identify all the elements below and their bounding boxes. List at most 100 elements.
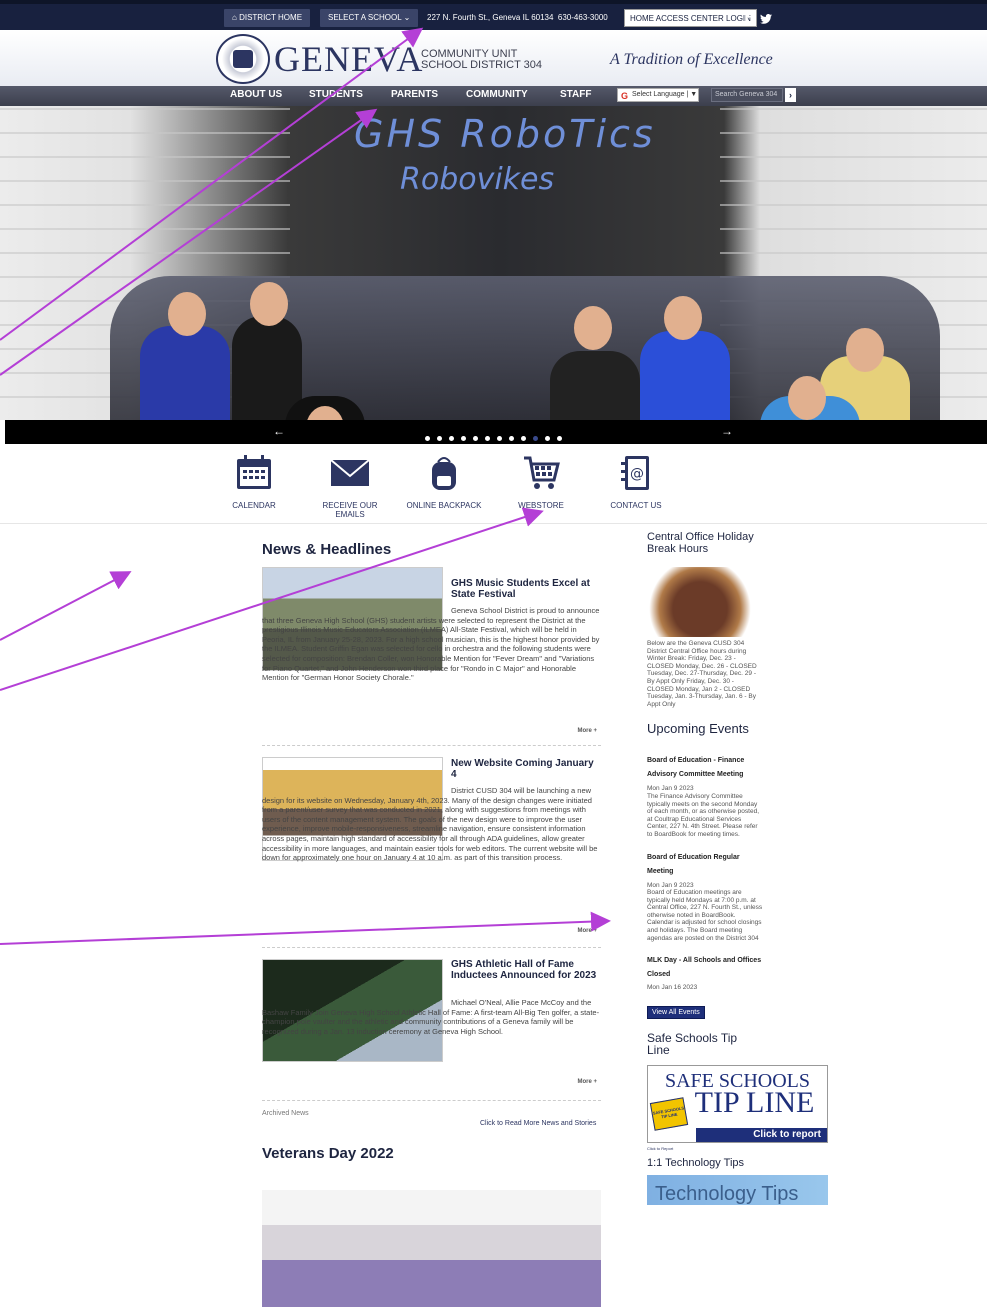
veterans-heading: Veterans Day 2022 — [262, 1145, 394, 1162]
top-bar: ⌂ DISTRICT HOME SELECT A SCHOOL ⌄ 227 N.… — [0, 0, 987, 30]
tech-tips-banner[interactable]: Technology Tips — [647, 1174, 828, 1205]
news-body: Michael O'Neal, Allie Pace McCoy and the… — [262, 998, 600, 1036]
slideshow-prev-button[interactable]: ← — [273, 424, 285, 438]
quick-link-webstore[interactable]: WEBSTORE — [496, 454, 586, 510]
slide-dot[interactable] — [521, 436, 526, 441]
home-access-login-button[interactable]: HOME ACCESS CENTER LOGIN — [624, 9, 757, 27]
quick-link-emails[interactable]: RECEIVE OUR EMAILS — [305, 454, 395, 519]
district-home-label: DISTRICT HOME — [239, 13, 303, 22]
quick-link-label: CALENDAR — [232, 501, 276, 510]
home-icon: ⌂ — [232, 13, 240, 22]
tip-click-to-report: Click to report — [696, 1127, 827, 1142]
news-more-link[interactable]: More + — [577, 728, 597, 734]
divider — [262, 1100, 601, 1101]
quick-link-label: ONLINE BACKPACK — [406, 501, 482, 510]
chevron-down-icon: ⌄ — [403, 13, 411, 22]
envelope-icon — [330, 459, 370, 486]
holiday-heading: Central Office Holiday Break Hours — [647, 531, 754, 555]
hero-subtitle: Robovikes — [400, 162, 555, 197]
news-item: GHS Music Students Excel at State Festiv… — [262, 567, 601, 737]
slideshow-next-button[interactable]: → — [721, 424, 733, 438]
event-description: The Finance Advisory Committee typically… — [647, 792, 760, 838]
quick-link-label: CONTACT US — [610, 501, 662, 510]
quick-link-online-backpack[interactable]: ONLINE BACKPACK — [399, 454, 489, 510]
brand-name[interactable]: GENEVA — [274, 38, 423, 80]
address-text: 227 N. Fourth St., Geneva IL 60134 — [427, 13, 554, 22]
news-body: Geneva School District is proud to annou… — [262, 606, 600, 683]
read-more-news-link[interactable]: Click to Read More News and Stories — [480, 1120, 596, 1127]
event-date: Mon Jan 9 2023 — [647, 785, 694, 793]
event-item: Board of Education - Finance Advisory Co… — [647, 754, 763, 838]
news-title[interactable]: GHS Athletic Hall of Fame Inductees Anno… — [451, 959, 601, 981]
event-item: MLK Day - All Schools and Offices Closed… — [647, 954, 763, 992]
nav-students[interactable]: STUDENTS — [309, 89, 363, 100]
slide-dot[interactable] — [473, 436, 478, 441]
annotation-arrow — [0, 571, 132, 641]
divider — [262, 947, 601, 948]
slide-dot[interactable] — [437, 436, 442, 441]
tip-badge-icon: SAFE SCHOOLS TIP LINE — [649, 1097, 689, 1131]
slide-dot[interactable] — [461, 436, 466, 441]
select-school-dropdown[interactable]: SELECT A SCHOOL ⌄ — [320, 9, 419, 27]
google-icon: G — [621, 91, 629, 101]
svg-text:@: @ — [630, 466, 644, 482]
slide-dot[interactable] — [509, 436, 514, 441]
tip-caption-link[interactable]: Click to Report — [647, 1146, 832, 1151]
nav-parents[interactable]: PARENTS — [391, 89, 438, 100]
tech-tips-heading: 1:1 Technology Tips — [647, 1156, 745, 1169]
quick-link-calendar[interactable]: CALENDAR — [209, 454, 299, 510]
quick-links-bar: CALENDAR RECEIVE OUR EMAILS ONLINE BACKP… — [0, 444, 987, 524]
holiday-hours-text: Below are the Geneva CUSD 304 District C… — [647, 640, 757, 708]
nav-community[interactable]: COMMUNITY — [466, 89, 528, 100]
facebook-icon[interactable]: f — [745, 8, 753, 26]
phone-text: 630-463-3000 — [557, 13, 608, 22]
view-all-events-button[interactable]: View All Events — [647, 1005, 705, 1019]
select-school-label: SELECT A SCHOOL — [328, 13, 402, 22]
archived-news-link[interactable]: Archived News — [262, 1110, 309, 1117]
news-body: District CUSD 304 will be launching a ne… — [262, 786, 598, 863]
nav-staff[interactable]: STAFF — [560, 89, 591, 100]
slide-dot[interactable] — [557, 436, 562, 441]
slide-dot-active[interactable] — [533, 436, 538, 441]
slide-dot[interactable] — [449, 436, 454, 441]
site-header: GENEVA COMMUNITY UNIT SCHOOL DISTRICT 30… — [0, 30, 987, 86]
news-heading: News & Headlines — [262, 541, 392, 558]
slide-dot[interactable] — [497, 436, 502, 441]
district-subtitle: COMMUNITY UNIT SCHOOL DISTRICT 304 — [421, 49, 542, 71]
veterans-slideshow-image[interactable] — [262, 1190, 601, 1307]
slide-dot[interactable] — [545, 436, 550, 441]
event-title[interactable]: MLK Day - All Schools and Offices Closed — [647, 954, 763, 982]
district-seal-logo[interactable] — [216, 34, 270, 84]
slide-dot[interactable] — [425, 436, 430, 441]
pinecones-image — [647, 567, 753, 637]
news-title[interactable]: GHS Music Students Excel at State Festiv… — [451, 578, 601, 600]
event-title[interactable]: Board of Education Regular Meeting — [647, 851, 763, 879]
event-description: Board of Education meetings are typicall… — [647, 889, 763, 942]
district-home-button[interactable]: ⌂ DISTRICT HOME — [224, 9, 311, 27]
language-label: Select Language — [632, 91, 685, 98]
language-selector[interactable]: G Select Language | ▼ — [617, 88, 699, 102]
news-more-link[interactable]: More + — [577, 1079, 597, 1085]
events-heading: Upcoming Events — [647, 721, 749, 737]
safe-schools-tip-line-banner[interactable]: SAFE SCHOOLS TIP LINE SAFE SCHOOLS TIP L… — [647, 1064, 828, 1143]
quick-link-label: WEBSTORE — [518, 501, 564, 510]
twitter-icon[interactable] — [760, 13, 772, 31]
contact-icon: @ — [621, 456, 649, 490]
cart-icon — [524, 456, 560, 489]
quick-link-contact-us[interactable]: @ CONTACT US — [591, 454, 681, 510]
tech-banner-text: Technology Tips — [655, 1182, 799, 1205]
search-submit-button[interactable]: › — [785, 88, 796, 102]
hero-title: GHS RoboTics — [354, 112, 656, 156]
hero-slideshow-image[interactable]: GHS RoboTics Robovikes — [0, 106, 987, 420]
news-item: GHS Athletic Hall of Fame Inductees Anno… — [262, 959, 601, 1089]
district-address: 227 N. Fourth St., Geneva IL 60134 630-4… — [427, 9, 608, 27]
subtitle-line-2: SCHOOL DISTRICT 304 — [421, 59, 543, 71]
event-title[interactable]: Board of Education - Finance Advisory Co… — [647, 754, 763, 782]
news-title[interactable]: New Website Coming January 4 — [451, 758, 601, 780]
slideshow-controls: ← → — [5, 420, 987, 444]
nav-about-us[interactable]: ABOUT US — [230, 89, 282, 100]
slide-dot[interactable] — [485, 436, 490, 441]
news-more-link[interactable]: More + — [577, 928, 597, 934]
event-date: Mon Jan 9 2023 — [647, 881, 694, 889]
search-input[interactable]: Search Geneva 304 — [711, 88, 783, 102]
